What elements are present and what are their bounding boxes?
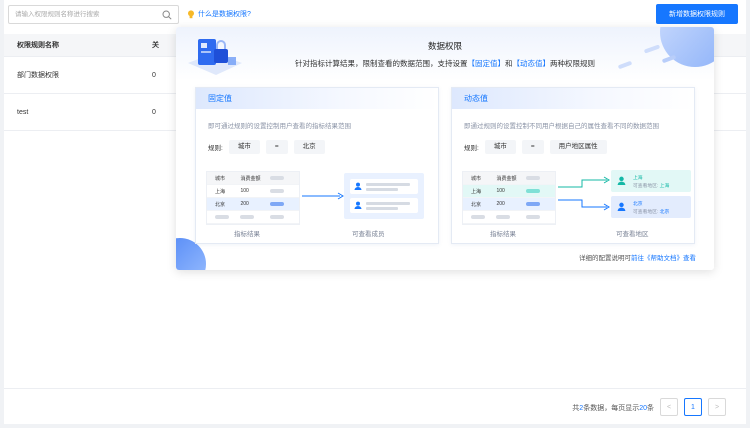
- branch-arrow-icon: [558, 176, 610, 211]
- popover-footer: 详细的配置说明可前往《帮助文档》查看: [579, 255, 696, 262]
- rule-value-chip: 北京: [293, 140, 325, 154]
- fixed-value-card: 固定值 即可通过规则的设置控制用户查看的指标结果范围 规则: 城市 = 北京 城…: [195, 87, 439, 244]
- region-card-shanghai: 上海 可查看地区: 上海: [611, 170, 691, 192]
- card-description: 即通过规则的设置控制不同用户根据自己的属性查看不同的数据范围: [464, 123, 659, 130]
- card-description: 即可通过规则的设置控制用户查看的指标结果范围: [208, 123, 351, 130]
- caption-metric-result: 指标结果: [234, 231, 260, 238]
- user-icon: [354, 201, 362, 209]
- arrow-icon: [302, 192, 344, 200]
- popover-title: 数据权限: [427, 41, 462, 51]
- rule-name-cell: 部门数据权限: [17, 72, 59, 79]
- rule-field-chip: 城市: [228, 140, 260, 154]
- metric-result-table: 城市 消费金额 上海 100 北京 200: [462, 171, 556, 225]
- search-box[interactable]: [8, 5, 179, 24]
- rule-operator-chip: =: [265, 140, 288, 154]
- search-input[interactable]: [9, 6, 159, 23]
- page-size: 20: [639, 405, 647, 412]
- add-data-permission-button[interactable]: 新增数据权限规则: [656, 4, 738, 24]
- help-link-label: 什么是数据权限?: [198, 11, 251, 18]
- rule-row: 规则: 城市 = 北京: [208, 140, 325, 154]
- card-title: 动态值: [452, 88, 694, 109]
- lightbulb-icon: [188, 9, 194, 18]
- data-permission-popover: 数据权限 针对指标计算结果，限制查看的数据范围，支持设置【固定值】和【动态值】两…: [176, 27, 714, 270]
- region-card-beijing: 北京 可查看地区: 北京: [611, 196, 691, 218]
- caption-metric-result: 指标结果: [490, 231, 516, 238]
- popover-subtitle: 针对指标计算结果，限制查看的数据范围，支持设置【固定值】和【动态值】两种权限规则: [295, 59, 595, 68]
- rule-field-chip: 城市: [484, 140, 516, 154]
- card-title: 固定值: [196, 88, 438, 109]
- help-doc-link[interactable]: 前往《帮助文档》查看: [631, 255, 696, 262]
- pagination-summary: 共2条数据，每页显示20条: [572, 405, 654, 412]
- help-link[interactable]: 什么是数据权限?: [187, 9, 251, 19]
- rule-row: 规则: 城市 = 用户地区属性: [464, 140, 607, 154]
- rule-name-cell: test: [17, 108, 29, 116]
- pagination: 共2条数据，每页显示20条 < 1 >: [4, 388, 746, 424]
- rule-operator-chip: =: [521, 140, 544, 154]
- caption-viewable-members: 可查看成员: [352, 231, 385, 238]
- metric-result-table: 城市 消费金额 上海 100 北京 200: [206, 171, 300, 225]
- current-page-button[interactable]: 1: [684, 398, 702, 416]
- user-icon: [617, 176, 626, 185]
- column-header-name[interactable]: 权限规则名称: [4, 40, 152, 50]
- search-icon[interactable]: [162, 10, 172, 20]
- dynamic-value-card: 动态值 即通过规则的设置控制不同用户根据自己的属性查看不同的数据范围 规则: 城…: [451, 87, 695, 244]
- caption-viewable-regions: 可查看地区: [616, 231, 649, 238]
- member-list-illustration: [344, 173, 424, 219]
- user-icon: [617, 202, 626, 211]
- prev-page-button[interactable]: <: [660, 398, 678, 416]
- user-icon: [354, 182, 362, 190]
- next-page-button[interactable]: >: [708, 398, 726, 416]
- rule-value-chip: 用户地区属性: [549, 140, 607, 154]
